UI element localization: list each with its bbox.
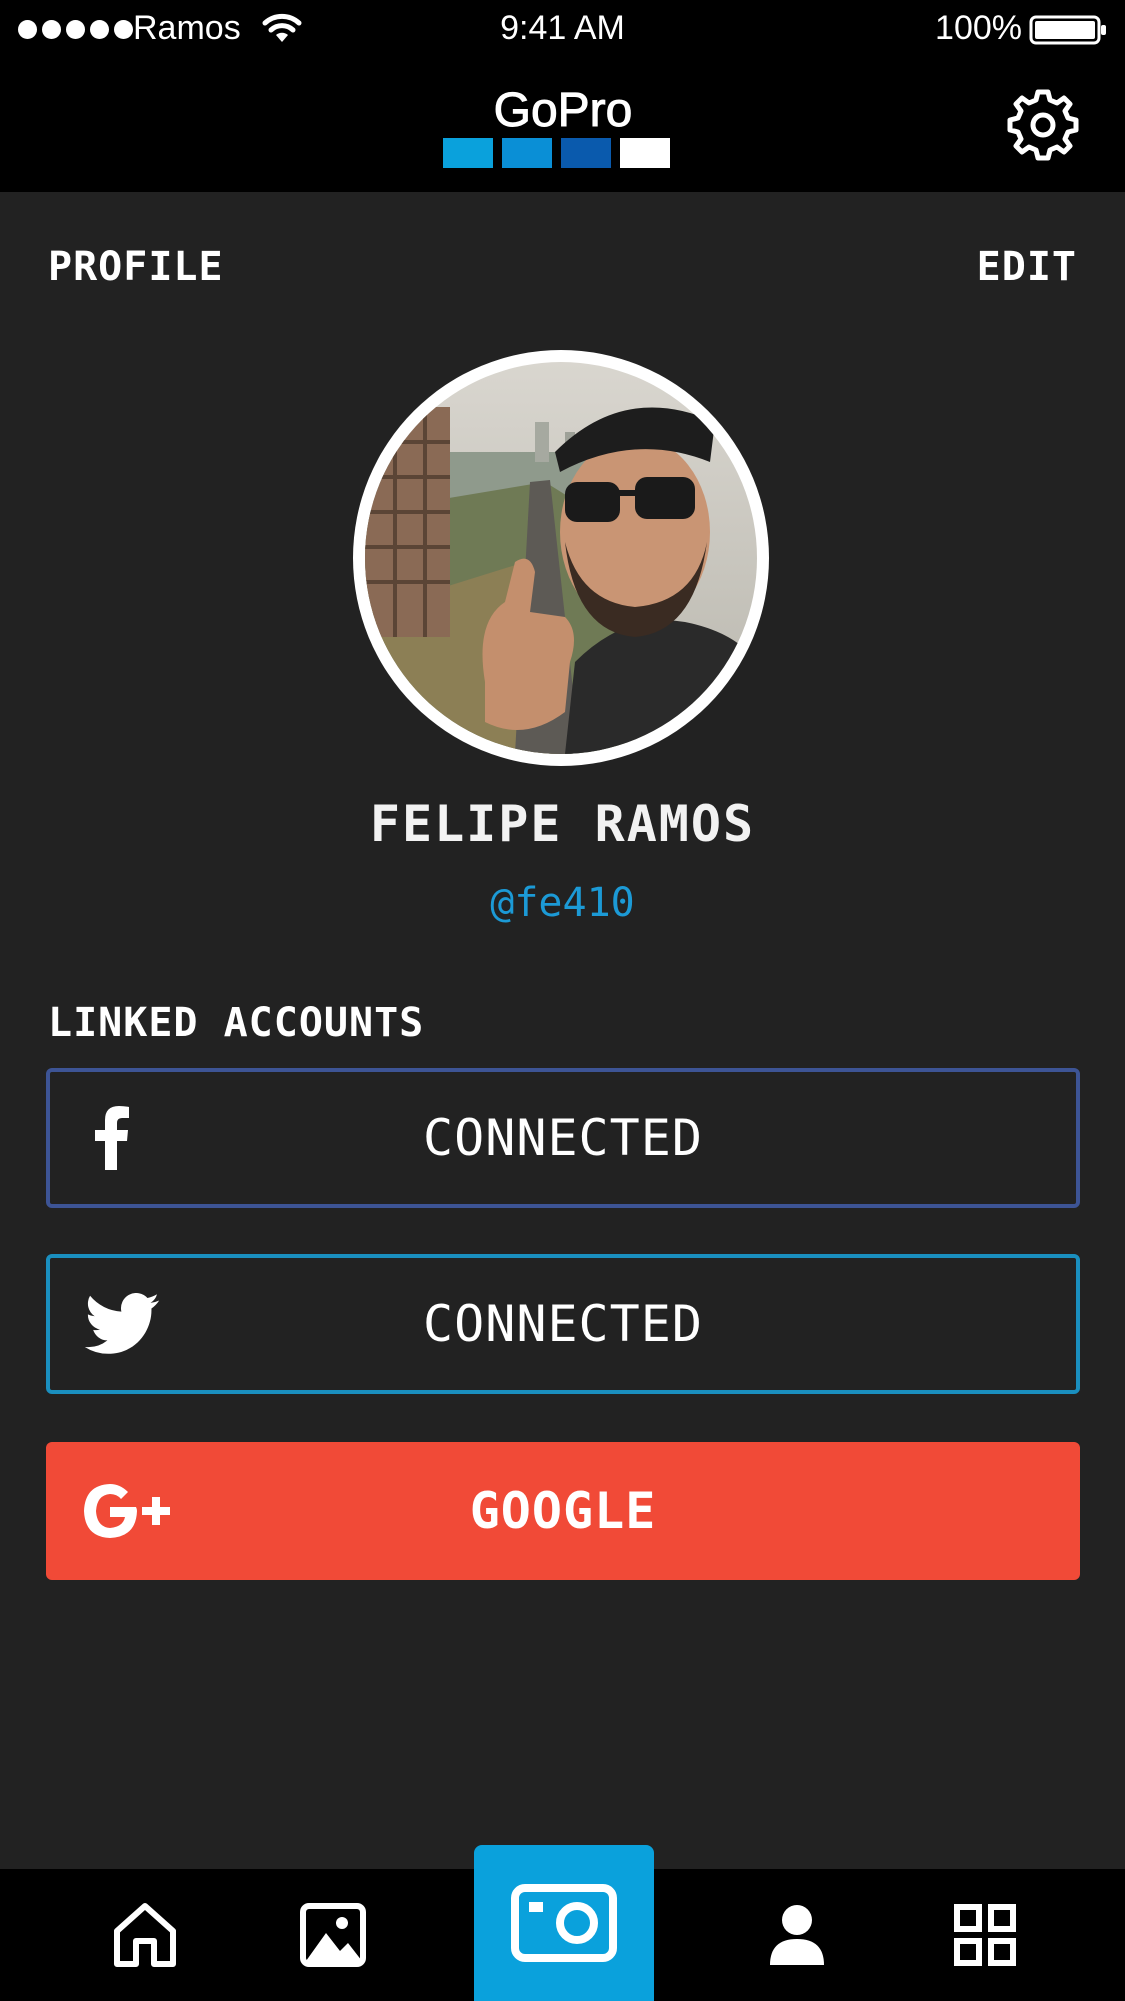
google-plus-label: GOOGLE bbox=[469, 1482, 657, 1540]
tab-apps[interactable] bbox=[940, 1869, 1030, 2001]
avatar[interactable] bbox=[353, 350, 769, 766]
profile-screen: Ramos 9:41 AM 100% GoPro PROFILE EDIT FE… bbox=[0, 0, 1125, 2001]
grid-icon bbox=[954, 1904, 1016, 1966]
user-name: FELIPE RAMOS bbox=[369, 795, 756, 853]
avatar-photo bbox=[365, 362, 757, 754]
image-icon bbox=[300, 1903, 366, 1967]
profile-section-title: PROFILE bbox=[48, 244, 224, 290]
twitter-status-label: CONNECTED bbox=[423, 1295, 703, 1353]
gear-icon[interactable] bbox=[1006, 88, 1080, 162]
facebook-account-button[interactable]: CONNECTED bbox=[46, 1068, 1080, 1208]
tab-home[interactable] bbox=[100, 1869, 190, 2001]
tab-camera[interactable] bbox=[474, 1845, 654, 2001]
edit-button[interactable]: EDIT bbox=[977, 244, 1077, 290]
camera-icon bbox=[511, 1884, 617, 1962]
battery-percent: 100% bbox=[935, 9, 1022, 47]
home-icon bbox=[114, 1903, 176, 1967]
twitter-account-button[interactable]: CONNECTED bbox=[46, 1254, 1080, 1394]
avatar-image bbox=[365, 362, 757, 754]
gopro-logo: GoPro bbox=[443, 86, 670, 168]
user-icon bbox=[770, 1905, 824, 1965]
facebook-status-label: CONNECTED bbox=[423, 1109, 703, 1167]
tab-media[interactable] bbox=[288, 1869, 378, 2001]
linked-accounts-title: LINKED ACCOUNTS bbox=[48, 1000, 425, 1046]
user-handle[interactable]: @fe410 bbox=[0, 880, 1125, 926]
tab-profile[interactable] bbox=[752, 1869, 842, 2001]
svg-text:GoPro: GoPro bbox=[494, 86, 633, 137]
google-plus-account-button[interactable]: GOOGLE bbox=[46, 1442, 1080, 1580]
battery-icon bbox=[1029, 15, 1106, 45]
nav-bar: GoPro bbox=[0, 60, 1125, 192]
status-bar: Ramos 9:41 AM 100% bbox=[0, 0, 1125, 60]
